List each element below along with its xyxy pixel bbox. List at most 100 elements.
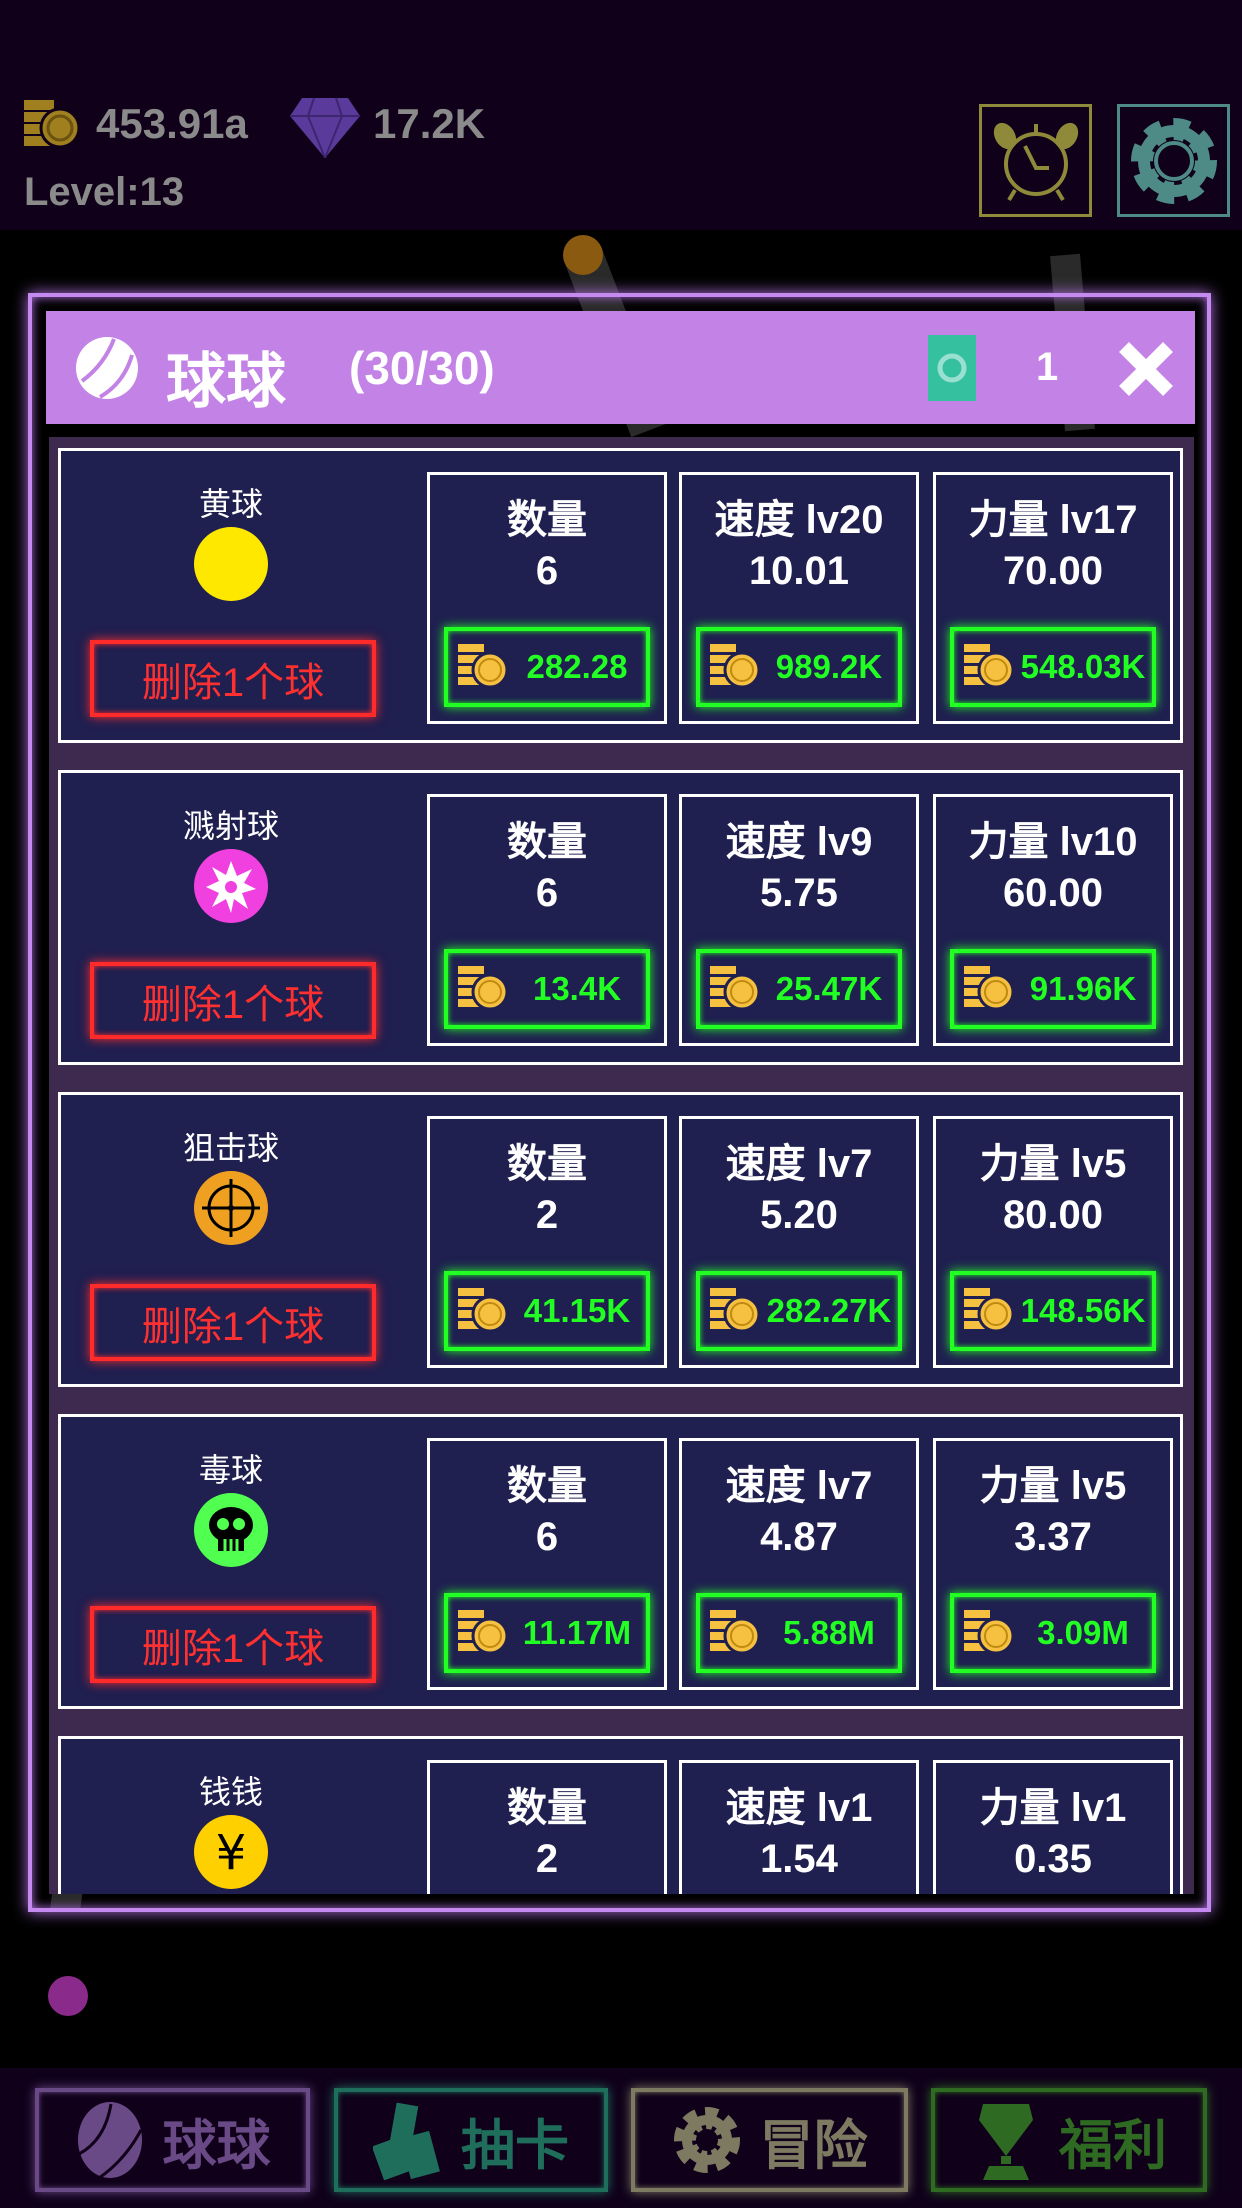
nav-tab-label: 球球 <box>162 2115 271 2176</box>
coin-icon <box>964 644 1014 689</box>
stat-value: 1.54 <box>760 1837 838 1881</box>
upgrade-price: 989.2K <box>775 648 883 685</box>
ball-name: 毒球 <box>198 1452 263 1488</box>
sniper-ball-icon <box>194 1171 268 1245</box>
upgrade-price: 13.4K <box>532 970 622 1007</box>
svg-text:¥: ¥ <box>216 1825 247 1881</box>
stat-value: 70.00 <box>1002 549 1104 593</box>
stat-label: 速度 lv7 <box>725 1142 873 1186</box>
delete-ball-button[interactable]: 删除1个球 <box>90 640 376 717</box>
ticket-count: 1 <box>1036 345 1059 389</box>
cards-icon <box>373 2102 440 2180</box>
upgrade-button[interactable]: 25.47K <box>696 949 902 1029</box>
ball-card: 毒球 删除1个球 数量 6 11.17M 速度 lv7 4.87 5.88M 力… <box>58 1414 1183 1709</box>
upgrade-button[interactable]: 11.17M <box>444 1593 650 1673</box>
ball-icon <box>76 337 138 399</box>
stat-label: 速度 lv20 <box>714 498 884 542</box>
nav-tab-label: 冒险 <box>759 2115 868 2176</box>
stat-box: 速度 lv7 4.87 5.88M <box>679 1438 919 1690</box>
stat-box: 速度 lv1 1.54 <box>679 1760 919 1894</box>
ticket-icon <box>928 335 976 401</box>
close-button[interactable] <box>1118 341 1174 397</box>
upgrade-price: 282.28 <box>526 648 628 685</box>
upgrade-button[interactable]: 548.03K <box>950 627 1156 707</box>
coin-icon <box>710 1610 760 1655</box>
stat-label: 力量 lv1 <box>979 1786 1127 1830</box>
poison-ball-icon <box>194 1493 268 1567</box>
stat-box: 速度 lv9 5.75 25.47K <box>679 794 919 1046</box>
stat-value: 5.75 <box>760 871 838 915</box>
ball-name: 钱钱 <box>198 1774 263 1810</box>
upgrade-price: 91.96K <box>1029 970 1137 1007</box>
delete-ball-button[interactable]: 删除1个球 <box>90 1284 376 1361</box>
stat-value: 5.20 <box>760 1193 838 1237</box>
nav-tab[interactable]: 福利 <box>931 2088 1207 2192</box>
stat-value: 60.00 <box>1002 871 1104 915</box>
ball-name: 黄球 <box>198 486 263 522</box>
stat-value: 6 <box>535 549 559 593</box>
coin-icon <box>964 966 1014 1011</box>
stat-box: 力量 lv5 80.00 148.56K <box>933 1116 1173 1368</box>
upgrade-button[interactable]: 989.2K <box>696 627 902 707</box>
coin-icon <box>24 100 80 149</box>
gem-count: 17.2K <box>373 100 486 147</box>
nav-tab-label: 福利 <box>1059 2115 1167 2176</box>
stat-box: 速度 lv20 10.01 989.2K <box>679 472 919 724</box>
upgrade-button[interactable]: 41.15K <box>444 1271 650 1351</box>
coin-icon <box>458 966 508 1011</box>
upgrade-price: 5.88M <box>783 1614 875 1651</box>
stat-label: 力量 lv5 <box>979 1142 1127 1186</box>
upgrade-button[interactable]: 282.28 <box>444 627 650 707</box>
nav-tab[interactable]: 冒险 <box>631 2088 908 2192</box>
coin-icon <box>458 644 508 689</box>
stat-box: 数量 6 13.4K <box>427 794 667 1046</box>
upgrade-price: 3.09M <box>1037 1614 1129 1651</box>
nav-tab-label: 抽卡 <box>461 2115 569 2176</box>
splash-ball-icon <box>194 849 268 923</box>
stat-box: 数量 2 41.15K <box>427 1116 667 1368</box>
ball-icon <box>77 2102 142 2180</box>
stat-label: 数量 <box>507 1142 587 1186</box>
stat-label: 数量 <box>507 820 587 864</box>
stat-label: 力量 lv5 <box>979 1464 1127 1508</box>
stat-label: 数量 <box>507 1786 587 1830</box>
upgrade-price: 11.17M <box>522 1614 632 1651</box>
ball-list[interactable]: 黄球 删除1个球 数量 6 282.28 速度 lv20 10.01 989.2… <box>49 437 1194 1894</box>
coin-icon <box>458 1610 508 1655</box>
nav-tab[interactable]: 抽卡 <box>334 2088 608 2192</box>
coin-count: 453.91a <box>96 100 248 147</box>
upgrade-button[interactable]: 3.09M <box>950 1593 1156 1673</box>
upgrade-button[interactable]: 13.4K <box>444 949 650 1029</box>
coin-icon <box>964 1288 1014 1333</box>
coin-icon <box>710 1288 760 1333</box>
money-ball-icon: ¥ <box>194 1815 268 1889</box>
stat-value: 10.01 <box>748 549 850 593</box>
coin-icon <box>710 966 760 1011</box>
stat-label: 力量 lv17 <box>968 498 1138 542</box>
stat-value: 2 <box>535 1193 559 1237</box>
stat-value: 6 <box>535 871 559 915</box>
gem-icon <box>290 97 360 158</box>
alarm-button[interactable] <box>979 104 1092 217</box>
stat-box: 数量 6 282.28 <box>427 472 667 724</box>
delete-ball-button[interactable]: 删除1个球 <box>90 962 376 1039</box>
ball-card: 钱钱 ¥ 删除1个球 数量 2 速度 lv1 1.54 力量 lv1 0.35 <box>58 1736 1183 1894</box>
upgrade-price: 148.56K <box>1020 1292 1146 1329</box>
stat-box: 力量 lv5 3.37 3.09M <box>933 1438 1173 1690</box>
upgrade-button[interactable]: 91.96K <box>950 949 1156 1029</box>
nav-tab[interactable]: 球球 <box>35 2088 310 2192</box>
stat-value: 3.37 <box>1014 1515 1092 1559</box>
delete-ball-button[interactable]: 删除1个球 <box>90 1606 376 1683</box>
stat-box: 数量 6 11.17M <box>427 1438 667 1690</box>
panel-header: 球球 (30/30) 1 <box>46 311 1195 424</box>
stat-box: 数量 2 <box>427 1760 667 1894</box>
stat-value: 80.00 <box>1002 1193 1104 1237</box>
upgrade-button[interactable]: 282.27K <box>696 1271 902 1351</box>
stat-label: 速度 lv9 <box>725 820 873 864</box>
stat-label: 速度 lv1 <box>725 1786 873 1830</box>
upgrade-price: 282.27K <box>766 1292 892 1329</box>
upgrade-button[interactable]: 5.88M <box>696 1593 902 1673</box>
upgrade-button[interactable]: 148.56K <box>950 1271 1156 1351</box>
settings-button[interactable] <box>1117 104 1230 217</box>
sniper-ball-sprite <box>563 235 603 275</box>
